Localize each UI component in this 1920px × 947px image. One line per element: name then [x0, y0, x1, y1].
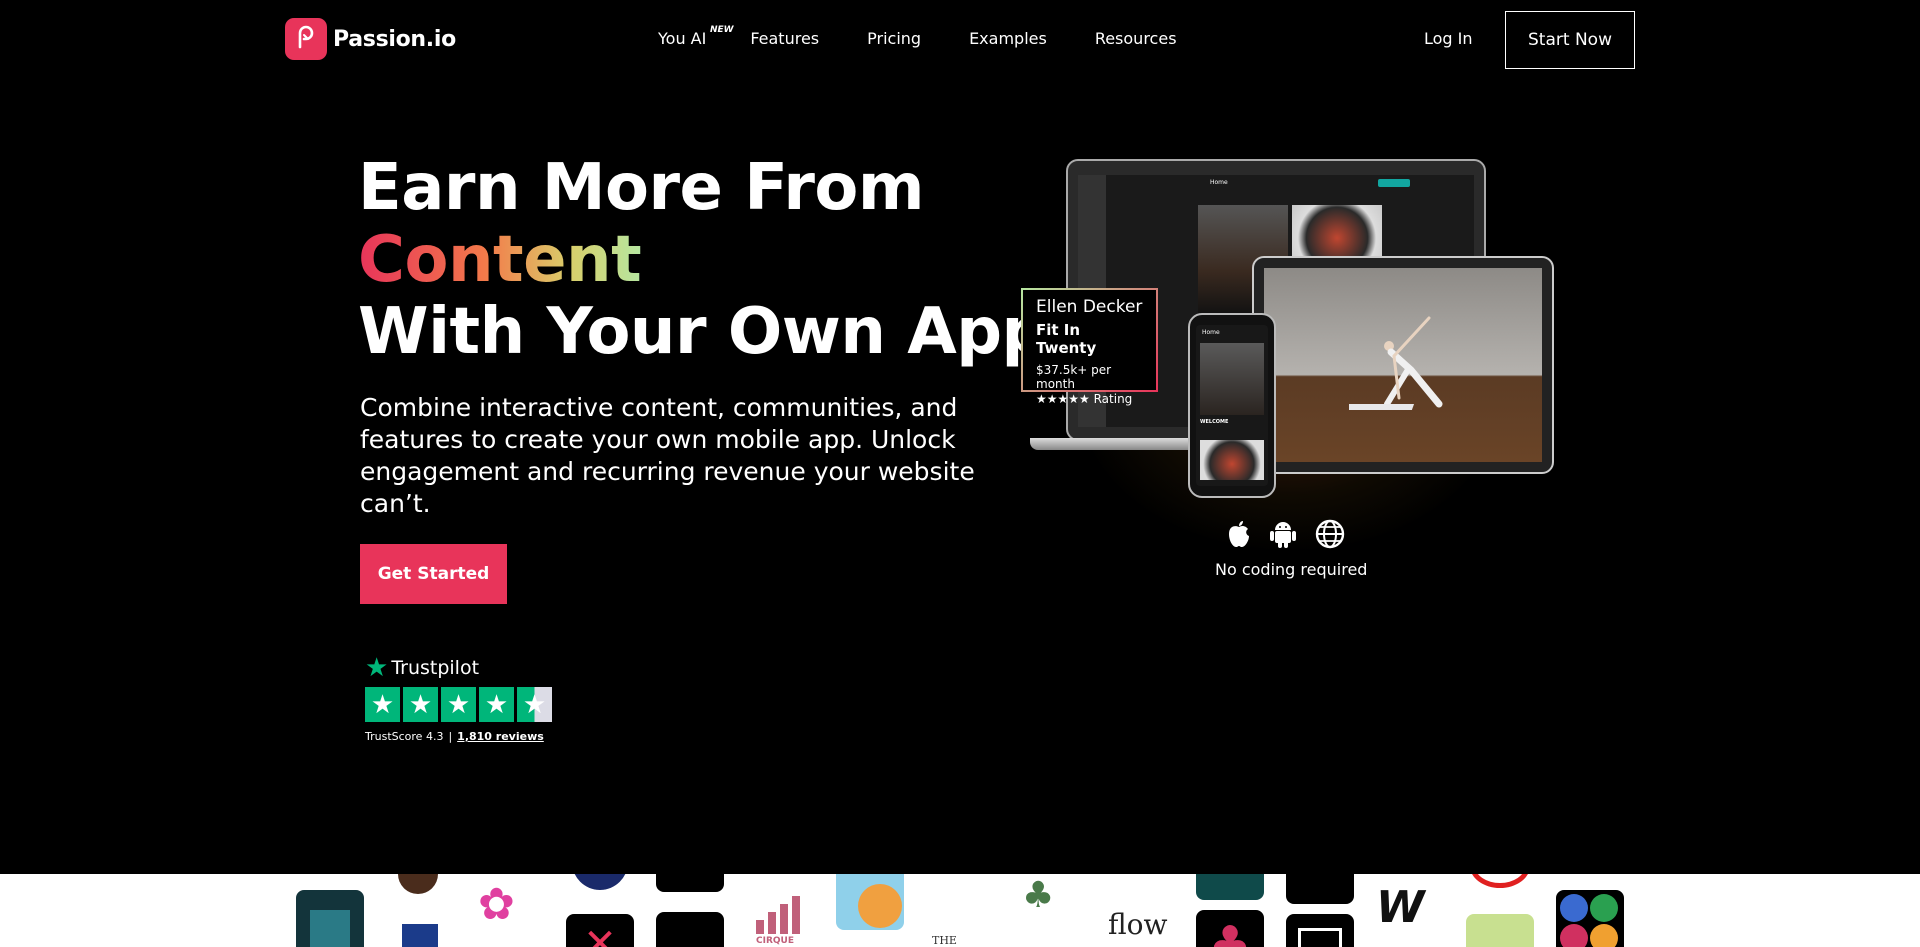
app-logo: ✕ — [566, 914, 634, 947]
app-logo: ♣ — [1196, 910, 1264, 947]
app-logo — [402, 924, 438, 947]
cirque-logo-text: CIRQUE — [756, 936, 794, 946]
new-badge: NEW — [710, 25, 734, 35]
phone-screen: Home WELCOME — [1196, 325, 1268, 486]
nav-link-you-ai[interactable]: You AI NEW — [658, 25, 734, 48]
app-logo — [1286, 874, 1354, 904]
nav-link-label: You AI — [658, 29, 707, 48]
app-logo — [1556, 890, 1624, 947]
top-navigation: Passion.io You AI NEW Features Pricing E… — [0, 0, 1920, 80]
smile-logo — [836, 874, 904, 930]
app-logo — [656, 874, 724, 892]
app-logo — [1470, 874, 1530, 888]
tablet-mockup — [1252, 256, 1554, 474]
app-logo — [656, 912, 724, 947]
hero-subtitle: Combine interactive content, communities… — [360, 393, 975, 518]
nav-link-resources[interactable]: Resources — [1095, 29, 1177, 48]
nav-link-features[interactable]: Features — [750, 29, 819, 48]
app-logo — [572, 874, 628, 890]
app-logo — [1286, 914, 1354, 947]
trustpilot-brand: Trustpilot — [391, 657, 480, 679]
nav-link-examples[interactable]: Examples — [969, 29, 1047, 48]
brand-logo[interactable]: Passion.io — [285, 18, 456, 60]
flow-logo: flow — [1108, 908, 1168, 941]
creator-name: Ellen Decker — [1036, 297, 1143, 317]
tablet-screen — [1264, 268, 1542, 462]
app-logo — [398, 874, 438, 894]
start-now-button[interactable]: Start Now — [1505, 11, 1635, 69]
app-logo — [296, 890, 364, 947]
hero-title-line1: Earn More From — [358, 151, 925, 225]
star-icon: ★ — [441, 687, 476, 722]
app-logo — [1466, 914, 1534, 947]
laptop-action-pill — [1378, 179, 1410, 187]
nav-link-pricing[interactable]: Pricing — [867, 29, 921, 48]
platform-icons — [1226, 518, 1346, 550]
star-icon: ★ — [365, 687, 400, 722]
w-logo: W — [1376, 882, 1425, 933]
bee-logo: ✿ — [478, 879, 515, 930]
star-icon: ★ — [403, 687, 438, 722]
trustscore-label: TrustScore 4.3 — [365, 730, 444, 743]
get-started-button[interactable]: Get Started — [360, 544, 507, 604]
trustpilot-widget[interactable]: ★ Trustpilot ★ ★ ★ ★ ★ TrustScore 4.3 | … — [365, 655, 552, 743]
android-icon — [1270, 522, 1296, 548]
customer-logo-strip: ✿ ✕ CIRQUE THE ♣ flow ♣ W — [0, 874, 1920, 947]
phone-welcome-label: WELCOME — [1200, 419, 1229, 425]
tree-logo: ♣ — [1022, 875, 1055, 916]
no-coding-label: No coding required — [1215, 560, 1368, 579]
hero-title-highlight: Content — [358, 223, 642, 297]
creator-earnings: $37.5k+ per month — [1036, 363, 1112, 391]
laptop-home-title: Home — [1210, 179, 1228, 186]
star-icon: ★ — [479, 687, 514, 722]
trustpilot-star-icon: ★ — [365, 653, 389, 683]
phone-home-title: Home — [1202, 329, 1220, 336]
phone-food-image — [1200, 440, 1264, 480]
trustpilot-stars: ★ ★ ★ ★ ★ — [365, 687, 552, 722]
creator-rating: ★★★★★ Rating — [1036, 392, 1133, 406]
trustpilot-score: TrustScore 4.3 | 1,810 reviews — [365, 730, 552, 743]
creator-app-name: Fit In Twenty — [1036, 321, 1097, 357]
phone-coach-image — [1200, 343, 1264, 415]
apple-icon — [1229, 521, 1249, 547]
yoga-figure-image — [1349, 316, 1443, 410]
creator-card: Ellen Decker Fit In Twenty $37.5k+ per m… — [1021, 288, 1158, 406]
score-separator: | — [448, 730, 453, 743]
globe-icon — [1315, 519, 1345, 549]
reviews-link[interactable]: 1,810 reviews — [457, 730, 544, 743]
nav-links: You AI NEW Features Pricing Examples Res… — [658, 25, 1225, 48]
the-logo: THE — [932, 934, 957, 947]
hero-title-line3: With Your Own App — [358, 295, 1047, 369]
phone-mockup: Home WELCOME — [1188, 313, 1276, 498]
brand-name: Passion.io — [333, 26, 456, 52]
app-logo — [1196, 874, 1264, 900]
hero-title: Earn More From Content With Your Own App — [358, 152, 1047, 368]
trustpilot-header: ★ Trustpilot — [365, 655, 552, 681]
cirque-logo: CIRQUE — [752, 896, 812, 946]
login-link[interactable]: Log In — [1424, 29, 1473, 48]
passion-logo-icon — [285, 18, 327, 60]
half-star-icon: ★ — [517, 687, 552, 722]
